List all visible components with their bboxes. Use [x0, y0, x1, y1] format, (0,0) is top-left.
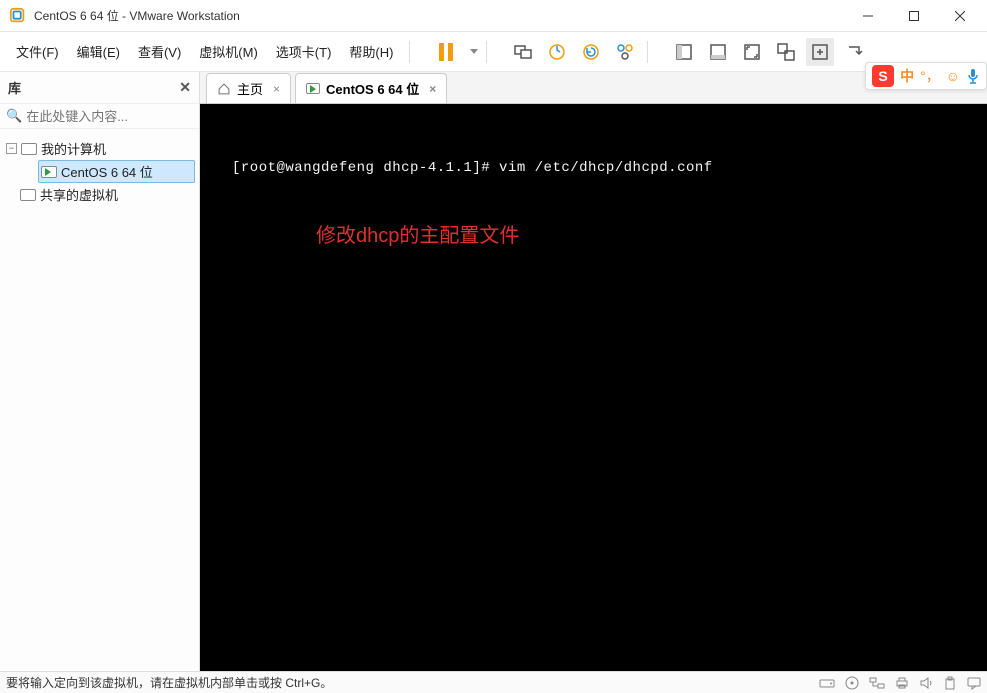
- ime-punct-icon[interactable]: °，: [920, 66, 940, 86]
- search-icon: 🔍: [6, 108, 22, 124]
- ime-toolbar[interactable]: S 中 °， ☺: [865, 62, 987, 90]
- network-icon[interactable]: [869, 676, 885, 690]
- menu-tabs[interactable]: 选项卡(T): [268, 38, 340, 65]
- ime-emoji-icon[interactable]: ☺: [946, 68, 960, 84]
- terminal-line: [root@wangdefeng dhcp-4.1.1]# vim /etc/d…: [232, 160, 713, 176]
- menu-edit[interactable]: 编辑(E): [69, 38, 128, 65]
- menu-help[interactable]: 帮助(H): [341, 38, 401, 65]
- power-dropdown-icon[interactable]: [470, 49, 478, 54]
- shared-vms-icon: [20, 189, 36, 201]
- library-tree: − 我的计算机 CentOS 6 64 位 共享的虚拟机: [0, 129, 199, 214]
- menu-vm[interactable]: 虚拟机(M): [191, 38, 266, 65]
- vm-running-icon: [306, 83, 320, 94]
- minimize-button[interactable]: [845, 0, 891, 32]
- tab-close-icon[interactable]: ×: [429, 82, 436, 96]
- tree-label: 共享的虚拟机: [40, 185, 118, 204]
- sidebar-title: 库: [8, 78, 21, 97]
- library-sidebar: 库 ✕ 🔍 ▼ − 我的计算机 CentOS 6 64 位 共享的虚拟机: [0, 72, 200, 671]
- annotation-text: 修改dhcp的主配置文件: [316, 219, 519, 248]
- tree-node-my-computer[interactable]: − 我的计算机: [4, 137, 195, 160]
- pause-button[interactable]: [432, 38, 460, 66]
- close-button[interactable]: [937, 0, 983, 32]
- vmware-app-icon: [8, 6, 28, 26]
- harddisk-icon[interactable]: [819, 676, 835, 690]
- vm-running-icon: [41, 166, 57, 178]
- window-title: CentOS 6 64 位 - VMware Workstation: [34, 7, 845, 24]
- snapshot-toolbar: [509, 38, 639, 66]
- view-cycle-icon[interactable]: [840, 38, 868, 66]
- view-fullscreen-icon[interactable]: [738, 38, 766, 66]
- menu-file[interactable]: 文件(F): [8, 38, 67, 65]
- view-stretch-icon[interactable]: [806, 38, 834, 66]
- sound-icon[interactable]: [919, 676, 933, 690]
- computer-icon: [21, 143, 37, 155]
- status-device-icons: [819, 676, 981, 690]
- usb-icon[interactable]: [943, 676, 957, 690]
- maximize-button[interactable]: [891, 0, 937, 32]
- tree-label: CentOS 6 64 位: [61, 162, 153, 181]
- tab-label: CentOS 6 64 位: [326, 79, 419, 98]
- tree-node-centos[interactable]: CentOS 6 64 位: [38, 160, 195, 183]
- power-toolbar: [432, 38, 478, 66]
- menu-view[interactable]: 查看(V): [130, 38, 189, 65]
- titlebar: CentOS 6 64 位 - VMware Workstation: [0, 0, 987, 32]
- separator: [486, 41, 487, 63]
- main-area: 主页 × CentOS 6 64 位 × [root@wangdefeng dh…: [200, 72, 987, 671]
- statusbar: 要将输入定向到该虚拟机，请在虚拟机内部单击或按 Ctrl+G。: [0, 671, 987, 693]
- sogou-ime-icon[interactable]: S: [872, 65, 894, 87]
- vm-console[interactable]: [root@wangdefeng dhcp-4.1.1]# vim /etc/d…: [200, 104, 987, 671]
- view-console-icon[interactable]: [704, 38, 732, 66]
- collapse-icon[interactable]: −: [6, 143, 17, 154]
- snapshot-revert-icon[interactable]: [577, 38, 605, 66]
- view-single-icon[interactable]: [670, 38, 698, 66]
- tab-close-icon[interactable]: ×: [273, 82, 280, 96]
- tree-label: 我的计算机: [41, 139, 106, 158]
- view-unity-icon[interactable]: [772, 38, 800, 66]
- search-input[interactable]: [26, 109, 202, 124]
- snapshot-take-icon[interactable]: [543, 38, 571, 66]
- cddvd-icon[interactable]: [845, 676, 859, 690]
- tab-centos[interactable]: CentOS 6 64 位 ×: [295, 73, 447, 103]
- menubar: 文件(F) 编辑(E) 查看(V) 虚拟机(M) 选项卡(T) 帮助(H): [0, 32, 987, 72]
- view-toolbar: [670, 38, 868, 66]
- separator: [409, 41, 410, 63]
- ime-voice-icon[interactable]: [966, 68, 980, 84]
- printer-icon[interactable]: [895, 676, 909, 690]
- tab-home[interactable]: 主页 ×: [206, 73, 291, 103]
- sidebar-header: 库 ✕: [0, 72, 199, 104]
- tab-label: 主页: [237, 79, 263, 98]
- sidebar-close-icon[interactable]: ✕: [179, 79, 191, 96]
- sidebar-search[interactable]: 🔍 ▼: [0, 104, 199, 129]
- tree-node-shared[interactable]: 共享的虚拟机: [18, 183, 195, 206]
- body: 库 ✕ 🔍 ▼ − 我的计算机 CentOS 6 64 位 共享的虚拟机: [0, 72, 987, 671]
- home-icon: [217, 82, 231, 96]
- send-ctrl-alt-del-icon[interactable]: [509, 38, 537, 66]
- message-log-icon[interactable]: [967, 676, 981, 690]
- ime-lang-badge[interactable]: 中: [900, 66, 914, 86]
- separator: [647, 41, 648, 63]
- status-message: 要将输入定向到该虚拟机，请在虚拟机内部单击或按 Ctrl+G。: [6, 674, 332, 691]
- snapshot-manager-icon[interactable]: [611, 38, 639, 66]
- window-controls: [845, 0, 983, 32]
